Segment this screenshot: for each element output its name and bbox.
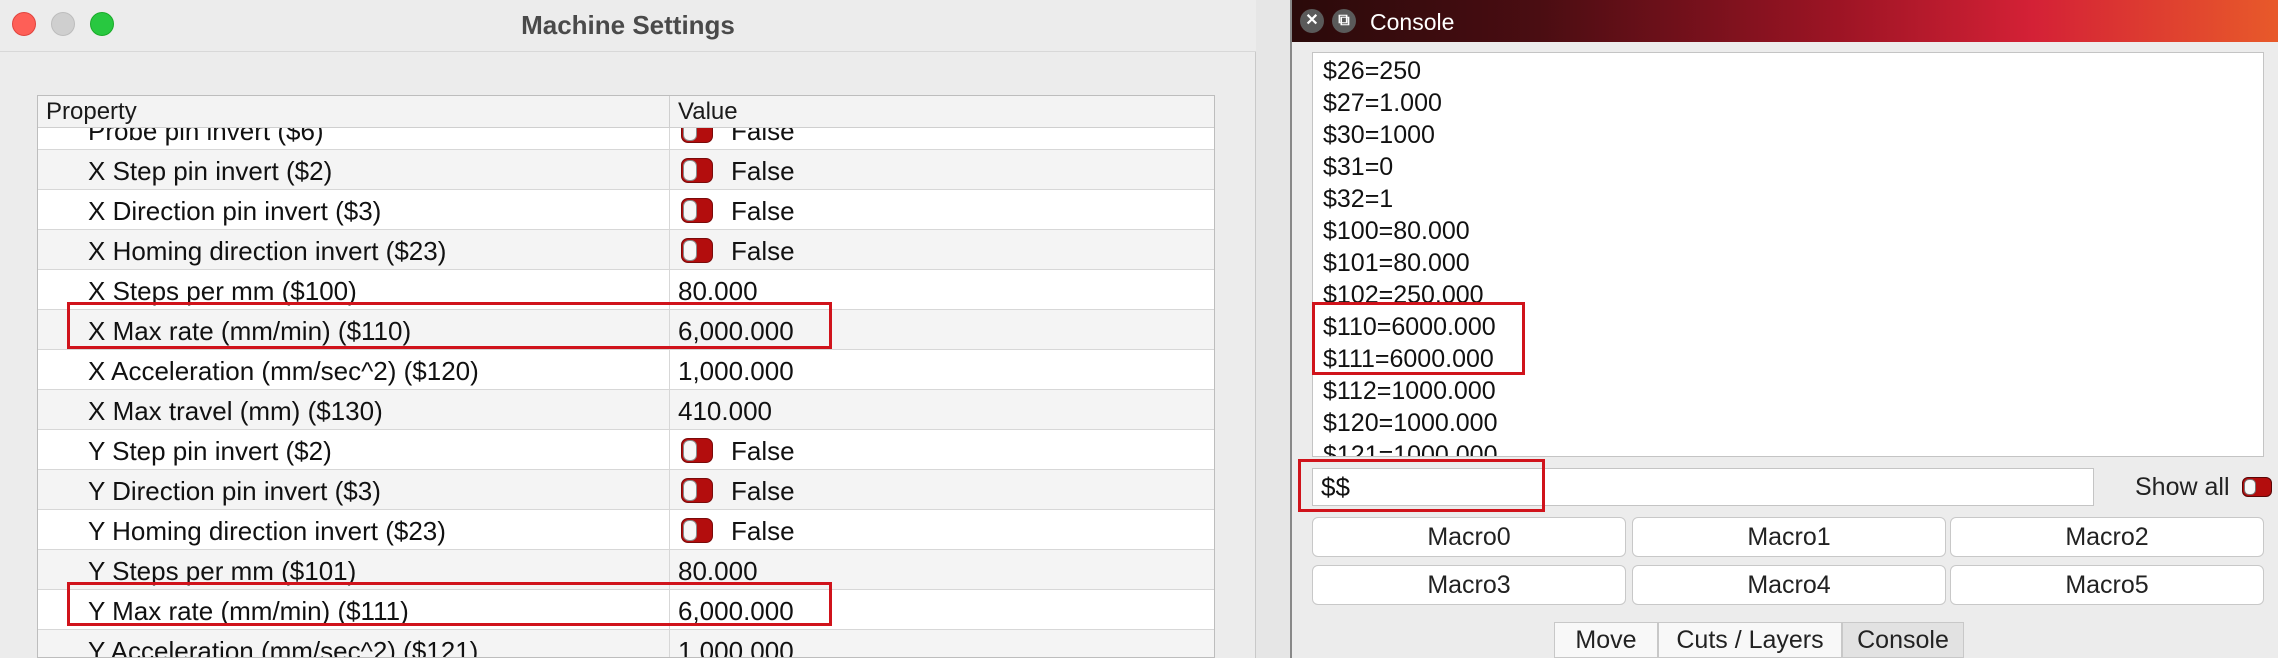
settings-table[interactable]: Probe pin invert ($6) False X Step pin inv… — [37, 95, 1215, 658]
console-command-input[interactable] — [1312, 468, 2094, 506]
table-row[interactable]: Y Max rate (mm/min) ($111) 6,000.000 — [38, 590, 1214, 630]
console-output-line: $27=1.000 — [1323, 89, 1442, 117]
property-value[interactable]: 6,000.000 — [678, 596, 794, 627]
console-title: Console — [1370, 9, 1455, 35]
property-value[interactable]: 410.000 — [678, 396, 772, 427]
console-output-line: $101=80.000 — [1323, 249, 1470, 277]
settings-table-header: Property Value — [38, 96, 1214, 128]
tab-console[interactable]: Console — [1842, 622, 1964, 658]
table-row[interactable]: X Homing direction invert ($23) False — [38, 230, 1214, 270]
macro-button-0[interactable]: Macro0 — [1312, 517, 1626, 557]
property-value: False — [731, 156, 795, 186]
table-row[interactable]: X Max rate (mm/min) ($110) 6,000.000 — [38, 310, 1214, 350]
table-row[interactable]: X Step pin invert ($2) False — [38, 150, 1214, 190]
console-output-line: $102=250.000 — [1323, 281, 1484, 309]
show-all-toggle[interactable] — [2242, 477, 2272, 497]
value-toggle[interactable] — [681, 198, 713, 223]
settings-rows: Probe pin invert ($6) False X Step pin inv… — [38, 110, 1214, 658]
value-toggle[interactable] — [681, 438, 713, 463]
property-value: False — [731, 196, 795, 226]
table-row[interactable]: X Direction pin invert ($3) False — [38, 190, 1214, 230]
macro-button-4[interactable]: Macro4 — [1632, 565, 1946, 605]
property-name: Y Homing direction invert ($23) — [88, 516, 446, 546]
value-toggle[interactable] — [681, 518, 713, 543]
tab-move[interactable]: Move — [1554, 622, 1658, 658]
property-value[interactable]: 6,000.000 — [678, 316, 794, 347]
show-all-label: Show all — [2135, 473, 2230, 501]
console-output-line: $30=1000 — [1323, 121, 1435, 149]
table-row[interactable]: X Acceleration (mm/sec^2) ($120) 1,000.00… — [38, 350, 1214, 390]
table-row[interactable]: Y Step pin invert ($2) False — [38, 430, 1214, 470]
table-row[interactable]: X Steps per mm ($100) 80.000 — [38, 270, 1214, 310]
console-output-line: $121=1000.000 — [1323, 441, 1498, 457]
tab-cuts-layers[interactable]: Cuts / Layers — [1658, 622, 1842, 658]
console-restore-icon[interactable]: ⧉ — [1332, 9, 1356, 33]
property-value[interactable]: 1,000.000 — [678, 636, 794, 657]
settings-window-title: Machine Settings — [521, 10, 735, 40]
property-name: Y Step pin invert ($2) — [88, 436, 332, 466]
property-name: X Steps per mm ($100) — [88, 276, 357, 306]
property-value: False — [731, 516, 795, 546]
property-name: X Max rate (mm/min) ($110) — [88, 316, 412, 346]
console-output-line: $112=1000.000 — [1323, 377, 1496, 405]
console-output-line: $120=1000.000 — [1323, 409, 1498, 437]
table-row[interactable]: Y Steps per mm ($101) 80.000 — [38, 550, 1214, 590]
console-output-line: $26=250 — [1323, 57, 1422, 85]
settings-titlebar: Machine Settings — [0, 0, 1256, 52]
machine-settings-window: Machine Settings Probe pin invert ($6) Fa… — [0, 0, 1256, 658]
property-value: False — [731, 436, 795, 466]
property-value[interactable]: 80.000 — [678, 276, 758, 307]
column-header-value[interactable]: Value — [678, 98, 738, 126]
property-name: X Homing direction invert ($23) — [88, 236, 447, 266]
property-name: Y Acceleration (mm/sec^2) ($121) — [88, 636, 479, 658]
macro-button-2[interactable]: Macro2 — [1950, 517, 2264, 557]
console-window: ✕ ⧉ Console $26=250 $27=1.000 $30=1000 $31=… — [1290, 0, 2278, 658]
table-row[interactable]: X Max travel (mm) ($130) 410.000 — [38, 390, 1214, 430]
property-name: X Step pin invert ($2) — [88, 156, 333, 186]
console-output-line: $111=6000.000 — [1323, 345, 1494, 373]
table-row[interactable]: Y Acceleration (mm/sec^2) ($121) 1,000.00… — [38, 630, 1214, 658]
value-toggle[interactable] — [681, 238, 713, 263]
value-toggle[interactable] — [681, 478, 713, 503]
console-output-line: $110=6000.000 — [1323, 313, 1496, 341]
value-toggle[interactable] — [681, 158, 713, 183]
macro-button-5[interactable]: Macro5 — [1950, 565, 2264, 605]
property-name: X Acceleration (mm/sec^2) ($120) — [88, 356, 479, 386]
macro-button-3[interactable]: Macro3 — [1312, 565, 1626, 605]
property-name: Y Max rate (mm/min) ($111) — [88, 596, 409, 626]
macro-button-1[interactable]: Macro1 — [1632, 517, 1946, 557]
console-output[interactable]: $26=250 $27=1.000 $30=1000 $31=0 $32=1 $100=8… — [1312, 52, 2264, 457]
console-output-line: $100=80.000 — [1323, 217, 1470, 245]
console-close-icon[interactable]: ✕ — [1300, 9, 1324, 33]
table-row[interactable]: Y Direction pin invert ($3) False — [38, 470, 1214, 510]
property-value[interactable]: 80.000 — [678, 556, 758, 587]
property-name: X Max travel (mm) ($130) — [88, 396, 383, 426]
table-row[interactable]: Y Homing direction invert ($23) False — [38, 510, 1214, 550]
property-name: Y Direction pin invert ($3) — [88, 476, 381, 506]
property-name: Y Steps per mm ($101) — [88, 556, 357, 586]
property-value[interactable]: 1,000.000 — [678, 356, 794, 387]
property-value: False — [731, 236, 795, 266]
column-header-property[interactable]: Property — [46, 98, 137, 126]
console-titlebar: ✕ ⧉ Console — [1292, 0, 2278, 42]
console-output-line: $31=0 — [1323, 153, 1394, 181]
console-output-line: $32=1 — [1323, 185, 1394, 213]
property-value: False — [731, 476, 795, 506]
property-name: X Direction pin invert ($3) — [88, 196, 382, 226]
